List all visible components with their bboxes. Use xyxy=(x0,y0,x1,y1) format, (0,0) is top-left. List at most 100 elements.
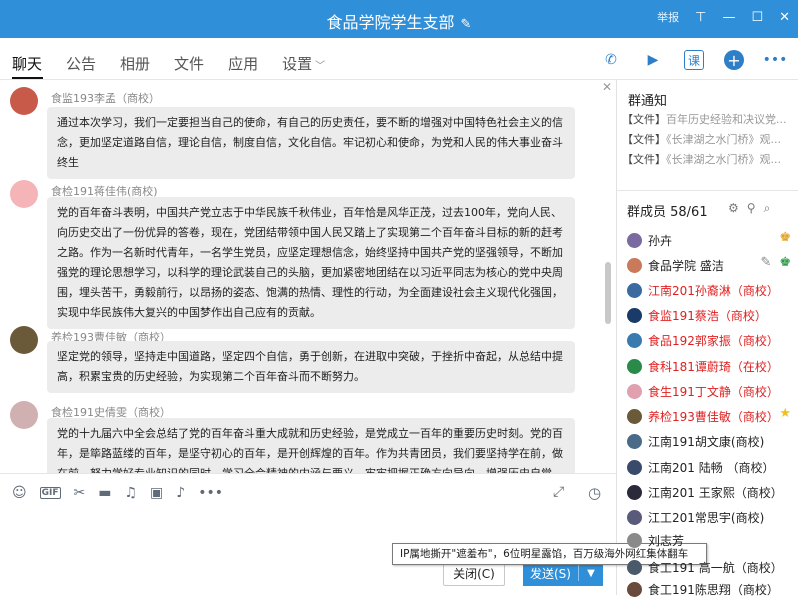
member-item[interactable]: 食监191蔡浩（商校） xyxy=(627,305,791,325)
member-item[interactable]: 孙卉 ♚ xyxy=(627,230,791,250)
tab-album[interactable]: 相册 xyxy=(120,53,150,74)
pencil-icon[interactable]: ✎ xyxy=(760,255,771,270)
message-bubble: 通过本次学习，我们一定要担当自己的使命，有自己的历史责任，要不断的增强对中国特色… xyxy=(47,107,575,179)
active-tab-indicator xyxy=(12,77,43,79)
bell-icon[interactable]: ♪ xyxy=(176,485,185,501)
avatar xyxy=(627,383,642,399)
member-item[interactable]: 江南191胡文康(商校) xyxy=(627,431,791,451)
add-member-icon[interactable]: ⚲ xyxy=(747,201,756,216)
music-icon[interactable]: ♫ xyxy=(124,485,137,501)
toolbar-icons: ✆ ▶ 课 + ••• xyxy=(600,49,788,71)
input-area: ☺ GIF ✂ ▬ ♫ ▣ ♪ ••• ⤢ ◷ 关闭(C) 发送(S) ▼ xyxy=(0,473,616,596)
minimize-icon[interactable]: — xyxy=(722,10,735,25)
message-bubble: 党的十九届六中全会总结了党的百年奋斗重大成就和历史经验，是党成立一百年的重要历史… xyxy=(47,418,575,473)
message-sender[interactable]: 食监193李孟（商校） xyxy=(51,90,160,106)
chevron-down-icon[interactable]: ▼ xyxy=(579,568,603,579)
member-name: 食品192郭家振（商校） xyxy=(648,333,779,348)
pencil-icon[interactable]: ✎ xyxy=(461,17,472,32)
avatar[interactable] xyxy=(10,180,38,208)
admin-icon: ✎ ♚ xyxy=(760,255,791,270)
avatar xyxy=(627,581,642,597)
member-name: 食品学院 盛洁 xyxy=(648,258,724,273)
group-notice: 群通知 【文件】百年历史经验和决议党... 【文件】《长津湖之水门桥》观... … xyxy=(617,80,798,191)
notice-text: 《长津湖之水门桥》观... xyxy=(666,153,781,166)
chat-area[interactable]: 食监193李孟（商校） 通过本次学习，我们一定要担当自己的使命，有自己的历史责任… xyxy=(0,80,615,473)
member-item[interactable]: 江工201常思宇(商校) xyxy=(627,507,791,527)
member-name: 江南201 王家熙（商校） xyxy=(648,485,783,500)
more-icon[interactable]: ••• xyxy=(763,49,788,71)
avatar xyxy=(627,307,642,323)
message-bubble: 坚定党的领导，坚持走中国道路，坚定四个自信，勇于创新，在进取中突破，于挫折中奋起… xyxy=(47,341,575,393)
member-item[interactable]: 江南201孙裔淋（商校） xyxy=(627,280,791,300)
member-item[interactable]: 食品学院 盛洁 ✎ ♚ xyxy=(627,255,791,275)
pin-icon[interactable]: ⊤ xyxy=(695,10,706,25)
member-item[interactable]: 食工191 高一航（商校） xyxy=(627,557,791,577)
member-name: 江南191胡文康(商校) xyxy=(648,434,765,449)
notice-text: 百年历史经验和决议党... xyxy=(666,113,787,126)
member-item[interactable]: 刘志芳 xyxy=(627,530,791,550)
class-icon[interactable]: 课 xyxy=(684,50,704,70)
member-item[interactable]: 养检193曹佳敏（商校） ★ xyxy=(627,406,791,426)
tab-files[interactable]: 文件 xyxy=(174,53,204,74)
group-settings-icon[interactable]: ⚙ xyxy=(728,201,739,216)
avatar xyxy=(627,358,642,374)
folder-icon[interactable]: ▬ xyxy=(98,485,111,501)
member-item[interactable]: 食生191丁文静（商校） xyxy=(627,381,791,401)
scissors-icon[interactable]: ✂ xyxy=(74,485,86,501)
input-toolbar: ☺ GIF ✂ ▬ ♫ ▣ ♪ ••• xyxy=(12,485,223,501)
tab-apps[interactable]: 应用 xyxy=(228,53,258,74)
history-icon[interactable]: ◷ xyxy=(588,484,601,502)
member-name: 食科181谭蔚琦（在校） xyxy=(648,359,779,374)
member-name: 江工201常思宇(商校) xyxy=(648,510,765,525)
avatar[interactable] xyxy=(10,401,38,429)
notice-item[interactable]: 【文件】《长津湖之水门桥》观... xyxy=(622,131,781,147)
tab-settings-label: 设置 xyxy=(282,55,313,73)
avatar[interactable] xyxy=(10,87,38,115)
star-icon: ★ xyxy=(779,406,791,421)
expand-icon[interactable]: ⤢ xyxy=(553,484,564,500)
avatar xyxy=(627,408,642,424)
notice-tag: 【文件】 xyxy=(622,113,666,126)
member-item[interactable]: 江南201 陆畅 （商校） xyxy=(627,457,791,477)
window-controls: 举报 ⊤ — ☐ ✕ xyxy=(657,9,790,25)
tab-list: 聊天 公告 相册 文件 应用 设置 ﹀ xyxy=(12,53,325,74)
avatar xyxy=(627,559,642,575)
owner-icon: ♚ xyxy=(779,230,791,245)
member-item[interactable]: 食科181谭蔚琦（在校） xyxy=(627,356,791,376)
chat-scrollbar[interactable] xyxy=(605,262,611,324)
member-item[interactable]: 食工191陈思翔（商校） xyxy=(627,579,791,599)
members-header-icons: ⚙ ⚲ ⌕ xyxy=(728,201,770,216)
phone-icon[interactable]: ✆ xyxy=(600,49,622,71)
send-label: 发送(S) xyxy=(530,566,571,581)
maximize-icon[interactable]: ☐ xyxy=(751,10,763,25)
emoji-icon[interactable]: ☺ xyxy=(12,485,27,501)
search-icon[interactable]: ⌕ xyxy=(764,201,771,216)
add-icon[interactable]: + xyxy=(724,50,744,70)
tab-settings[interactable]: 设置 ﹀ xyxy=(282,53,325,74)
notice-text: 《长津湖之水门桥》观... xyxy=(666,133,781,146)
close-chat-icon[interactable]: ✕ xyxy=(602,80,612,94)
notice-tag: 【文件】 xyxy=(622,153,666,166)
avatar xyxy=(627,433,642,449)
notice-item[interactable]: 【文件】《长津湖之水门桥》观... xyxy=(622,151,781,167)
member-name: 养检193曹佳敏（商校） xyxy=(648,409,779,424)
chevron-down-icon: ﹀ xyxy=(315,61,326,72)
member-item[interactable]: 食品192郭家振（商校） xyxy=(627,330,791,350)
notice-title: 群通知 xyxy=(628,94,668,109)
tab-announcement[interactable]: 公告 xyxy=(66,53,96,74)
report-button[interactable]: 举报 xyxy=(657,9,679,25)
gif-icon[interactable]: GIF xyxy=(39,487,61,499)
tab-chat[interactable]: 聊天 xyxy=(12,53,42,74)
member-item[interactable]: 江南201 王家熙（商校） xyxy=(627,482,791,502)
member-name: 江南201孙裔淋（商校） xyxy=(648,283,779,298)
avatar xyxy=(627,532,642,548)
image-icon[interactable]: ▣ xyxy=(150,485,163,501)
member-name: 食监191蔡浩（商校） xyxy=(648,308,767,323)
more-icon[interactable]: ••• xyxy=(198,485,223,501)
video-icon[interactable]: ▶ xyxy=(642,49,664,71)
message-bubble: 党的百年奋斗表明，中国共产党立志于中华民族千秋伟业，百年恰是风华正茂，过去100… xyxy=(47,197,575,329)
avatar xyxy=(627,257,642,273)
close-icon[interactable]: ✕ xyxy=(779,10,790,25)
avatar[interactable] xyxy=(10,326,38,354)
notice-item[interactable]: 【文件】百年历史经验和决议党... xyxy=(622,111,787,127)
